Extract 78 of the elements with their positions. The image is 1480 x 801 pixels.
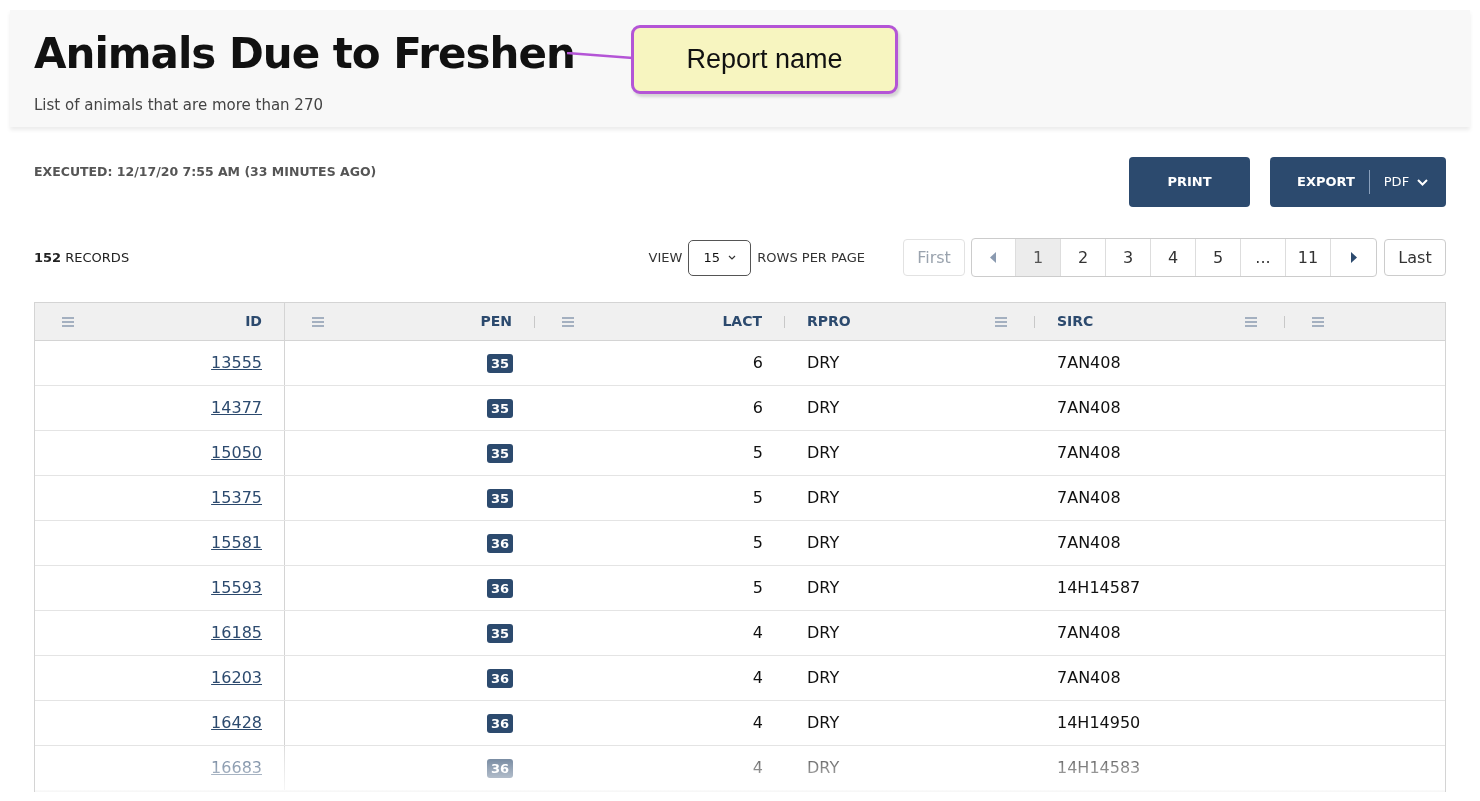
animal-id-link[interactable]: 16428	[211, 711, 262, 735]
rows-per-page-label: ROWS PER PAGE	[757, 248, 865, 267]
triangle-right-icon	[1350, 252, 1357, 263]
menu-icon[interactable]	[561, 316, 575, 327]
chevron-down-icon	[728, 255, 737, 260]
table-cell-text: 7AN408	[1056, 442, 1122, 464]
table-cell-text: 14H14950	[1056, 712, 1142, 734]
records-count: 152 RECORDS	[34, 248, 130, 267]
animal-id-link[interactable]: 15050	[211, 441, 262, 465]
table-cell-text: 5	[751, 532, 764, 554]
table-cell-text: DRY	[806, 577, 841, 599]
table-cell-text: 5	[751, 487, 764, 509]
column-header[interactable]: PEN	[480, 311, 512, 332]
column-header[interactable]: ID	[245, 311, 262, 332]
triangle-left-icon	[990, 252, 997, 263]
table-cell-text: DRY	[806, 667, 841, 689]
executed-timestamp: EXECUTED: 12/17/20 7:55 AM (33 MINUTES AGO)	[34, 163, 377, 181]
pen-badge: 36	[486, 713, 513, 733]
animal-id-link[interactable]: 16203	[211, 666, 262, 690]
format-label[interactable]: PDF	[1369, 172, 1418, 192]
table-cell-text: DRY	[806, 622, 841, 644]
view-label: VIEW	[648, 248, 683, 267]
menu-icon[interactable]	[994, 316, 1008, 327]
table-cell-text: 4	[751, 667, 764, 689]
column-header[interactable]: SIRC	[1057, 311, 1094, 332]
table-cell-text: 7AN408	[1056, 667, 1122, 689]
column-header[interactable]: RPRO	[807, 311, 851, 332]
table-cell-text: 4	[751, 622, 764, 644]
table-cell-text: 4	[751, 712, 764, 734]
pen-badge: 35	[486, 398, 513, 418]
animal-id-link[interactable]: 14377	[211, 396, 262, 420]
column-header[interactable]: LACT	[722, 311, 762, 332]
pen-badge: 35	[486, 353, 513, 373]
table-cell-text: DRY	[806, 712, 841, 734]
table-cell-text: 7AN408	[1056, 397, 1122, 419]
table-cell-text: 14H14583	[1056, 757, 1142, 779]
menu-icon[interactable]	[311, 316, 325, 327]
print-button[interactable]: PRINT	[1129, 157, 1250, 207]
table-cell-text: 6	[751, 352, 764, 374]
table-cell-text: DRY	[806, 442, 841, 464]
table-cell-text: 6	[751, 397, 764, 419]
table-cell-text: 7AN408	[1056, 352, 1122, 374]
pen-badge: 36	[486, 578, 513, 598]
export-button[interactable]: EXPORT PDF	[1270, 157, 1446, 207]
pen-badge: 36	[486, 533, 513, 553]
table-cell-text: DRY	[806, 487, 841, 509]
menu-icon[interactable]	[1244, 316, 1258, 327]
report-subtitle: List of animals that are more than 270	[34, 95, 323, 116]
chevron-down-icon	[1417, 178, 1429, 186]
table-cell-text: 5	[751, 442, 764, 464]
table-cell-text: 14H14587	[1056, 577, 1142, 599]
callout-label: Report name	[631, 25, 898, 94]
animal-id-link[interactable]: 15375	[211, 486, 262, 510]
table-cell-text: 7AN408	[1056, 622, 1122, 644]
menu-icon[interactable]	[61, 316, 75, 327]
table-cell-text: DRY	[806, 352, 841, 374]
rows-per-page-select[interactable]: 15	[688, 239, 752, 276]
report-title: Animals Due to Freshen	[34, 28, 575, 80]
page-button[interactable]: 1	[1016, 239, 1061, 276]
pen-badge: 35	[486, 623, 513, 643]
pen-badge: 35	[486, 488, 513, 508]
animal-id-link[interactable]: 13555	[211, 351, 262, 375]
last-page-button[interactable]: Last	[1384, 239, 1446, 276]
animal-id-link[interactable]: 16185	[211, 621, 262, 645]
table-cell-text: DRY	[806, 757, 841, 779]
table-cell-text: DRY	[806, 532, 841, 554]
menu-icon[interactable]	[1311, 316, 1325, 327]
table-cell-text: DRY	[806, 397, 841, 419]
pen-badge: 36	[486, 758, 513, 778]
table-cell-text: 7AN408	[1056, 532, 1122, 554]
table-cell-text: 7AN408	[1056, 487, 1122, 509]
table-cell-text: 4	[751, 757, 764, 779]
table-cell-text: 5	[751, 577, 764, 599]
pen-badge: 36	[486, 668, 513, 688]
animal-id-link[interactable]: 15593	[211, 576, 262, 600]
pen-badge: 35	[486, 443, 513, 463]
export-label[interactable]: EXPORT	[1270, 172, 1369, 192]
animal-id-link[interactable]: 15581	[211, 531, 262, 555]
